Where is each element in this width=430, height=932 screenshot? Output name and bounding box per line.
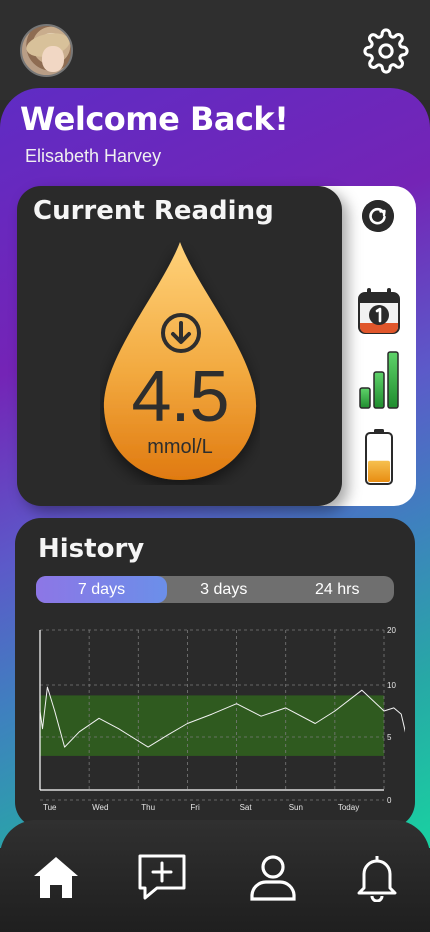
y-tick-label: 20 [387,626,396,635]
refresh-icon[interactable] [362,200,394,232]
tab-24-hrs[interactable]: 24 hrs [281,576,395,603]
x-tick-label: Tue [43,803,57,812]
signal-bars-icon [359,351,399,409]
history-chart: 0 5 10 20 Tue Wed Thu Fri Sat Sun Today [39,626,405,812]
add-note-icon[interactable] [137,852,187,902]
home-icon[interactable] [31,852,81,902]
battery-icon [365,429,393,485]
profile-icon[interactable] [248,852,298,902]
battery-level [368,460,390,482]
y-tick-label: 0 [387,796,392,805]
reading-value: 4.5 [131,357,229,437]
x-tick-label: Sun [289,803,303,812]
history-title: History [38,534,145,564]
tab-7-days[interactable]: 7 days [36,576,167,603]
arrow-down-icon [161,313,201,353]
target-range-band [40,695,384,756]
gear-icon[interactable] [363,28,409,74]
welcome-title: Welcome Back! [20,100,289,138]
x-tick-label: Today [338,803,359,812]
tab-3-days[interactable]: 3 days [167,576,281,603]
x-tick-label: Fri [190,803,200,812]
bell-icon[interactable] [352,852,402,902]
calendar-icon[interactable] [357,287,401,335]
x-tick-label: Wed [92,803,108,812]
history-range-selector: 7 days 3 days 24 hrs [36,576,394,603]
avatar[interactable] [20,24,73,77]
x-tick-label: Sat [240,803,253,812]
y-tick-label: 5 [387,733,392,742]
x-tick-label: Thu [141,803,155,812]
y-tick-label: 10 [387,681,396,690]
current-reading-title: Current Reading [33,196,274,226]
reading-unit: mmol/L [147,436,213,458]
avatar-face [42,46,64,72]
user-name: Elisabeth Harvey [25,146,162,166]
